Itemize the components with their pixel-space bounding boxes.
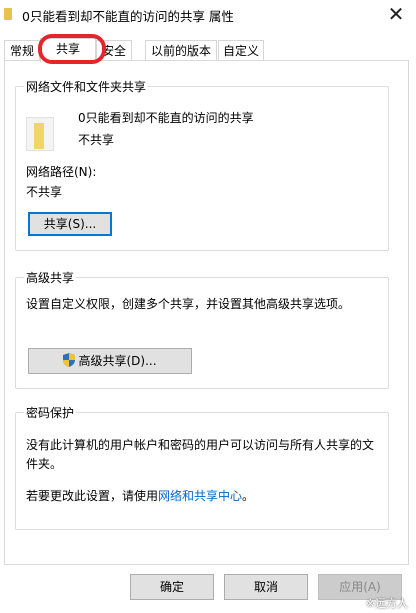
- advanced-description: 设置自定义权限，创建多个共享，并设置其他高级共享选项。: [26, 297, 351, 311]
- advanced-sharing-button[interactable]: 高级共享(D)...: [28, 348, 192, 374]
- change-prefix: 若要更改此设置，请使用: [26, 489, 159, 503]
- group-title: 网络文件和文件夹共享: [24, 78, 149, 95]
- shared-folder-icon: [26, 113, 62, 153]
- tab-previous-versions[interactable]: 以前的版本: [145, 40, 217, 61]
- watermark: ※远方人: [365, 597, 408, 610]
- password-protection-group: 密码保护 没有此计算机的用户帐户和密码的用户可以访问与所有人共享的文 件夹。 若…: [15, 404, 389, 530]
- title-bar: 0只能看到却不能直的访问的共享 属性 ✕: [0, 0, 416, 30]
- folder-name: 0只能看到却不能直的访问的共享: [78, 111, 254, 125]
- close-button[interactable]: ✕: [382, 0, 410, 28]
- change-suffix: 。: [242, 489, 255, 503]
- network-sharing-center-link[interactable]: 网络和共享中心: [158, 489, 242, 503]
- password-description-line2: 件夹。: [26, 457, 63, 471]
- share-state: 不共享: [78, 133, 115, 147]
- share-button[interactable]: 共享(S)...: [28, 212, 112, 236]
- dialog-footer: 确定 取消 应用(A) ※远方人: [0, 568, 416, 613]
- change-setting-text: 若要更改此设置，请使用网络和共享中心。: [26, 487, 254, 504]
- window-title: 0只能看到却不能直的访问的共享 属性: [22, 9, 234, 24]
- tab-general[interactable]: 常规: [4, 40, 40, 61]
- cancel-button[interactable]: 取消: [224, 574, 308, 600]
- folder-icon: [4, 8, 12, 20]
- advanced-sharing-label: 高级共享(D)...: [78, 354, 157, 368]
- ok-button[interactable]: 确定: [130, 574, 214, 600]
- password-description-line1: 没有此计算机的用户帐户和密码的用户可以访问与所有人共享的文: [26, 438, 375, 452]
- network-path-label: 网络路径(N):: [26, 165, 97, 179]
- tab-customize[interactable]: 自定义: [218, 40, 264, 61]
- highlight-annotation: [38, 34, 106, 64]
- network-path-value: 不共享: [26, 185, 63, 199]
- advanced-sharing-group: 高级共享 设置自定义权限，创建多个共享，并设置其他高级共享选项。 高级共享(D)…: [15, 269, 389, 389]
- sharing-panel: 网络文件和文件夹共享 0只能看到却不能直的访问的共享 不共享 网络路径(N): …: [4, 60, 409, 565]
- group-title: 密码保护: [24, 404, 77, 421]
- network-sharing-group: 网络文件和文件夹共享 0只能看到却不能直的访问的共享 不共享 网络路径(N): …: [15, 78, 389, 251]
- group-title: 高级共享: [24, 269, 77, 286]
- uac-shield-icon: [63, 353, 76, 367]
